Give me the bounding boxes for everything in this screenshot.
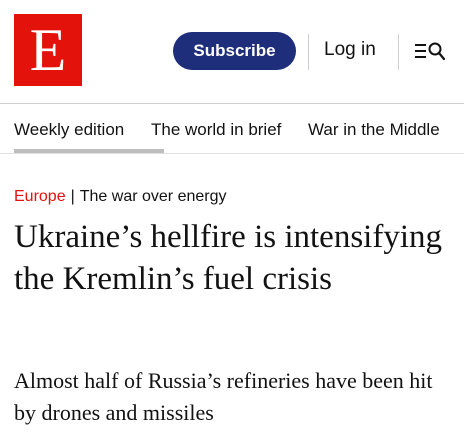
nav-item-weekly-edition[interactable]: Weekly edition: [14, 120, 124, 140]
section-link[interactable]: Europe: [14, 188, 66, 205]
article-headline: Ukraine’s hellfire is intensifying the K…: [14, 219, 442, 297]
article-kicker: Europe | The war over energy: [14, 186, 226, 208]
article-standfirst: Almost half of Russia’s refineries have …: [14, 368, 433, 425]
nav-item-war-in-the-middle[interactable]: War in the Middle: [308, 120, 440, 140]
masthead: E Subscribe Log in: [0, 0, 464, 104]
subscribe-button[interactable]: Subscribe: [173, 32, 296, 70]
nav-item-world-in-brief[interactable]: The world in brief: [151, 120, 281, 140]
login-link[interactable]: Log in: [324, 38, 376, 62]
economist-logo[interactable]: E: [14, 14, 82, 86]
topic-link[interactable]: The war over energy: [80, 188, 227, 205]
menu-search-icon[interactable]: [414, 40, 446, 62]
header-divider: [308, 34, 309, 70]
kicker-separator: |: [70, 188, 75, 205]
top-nav: Weekly edition The world in brief War in…: [0, 104, 464, 154]
nav-active-indicator: [14, 149, 164, 153]
header-divider: [398, 34, 399, 70]
logo-letter: E: [29, 17, 67, 83]
menu-search-icon-graphic: [415, 42, 446, 61]
subscribe-label: Subscribe: [193, 41, 276, 60]
